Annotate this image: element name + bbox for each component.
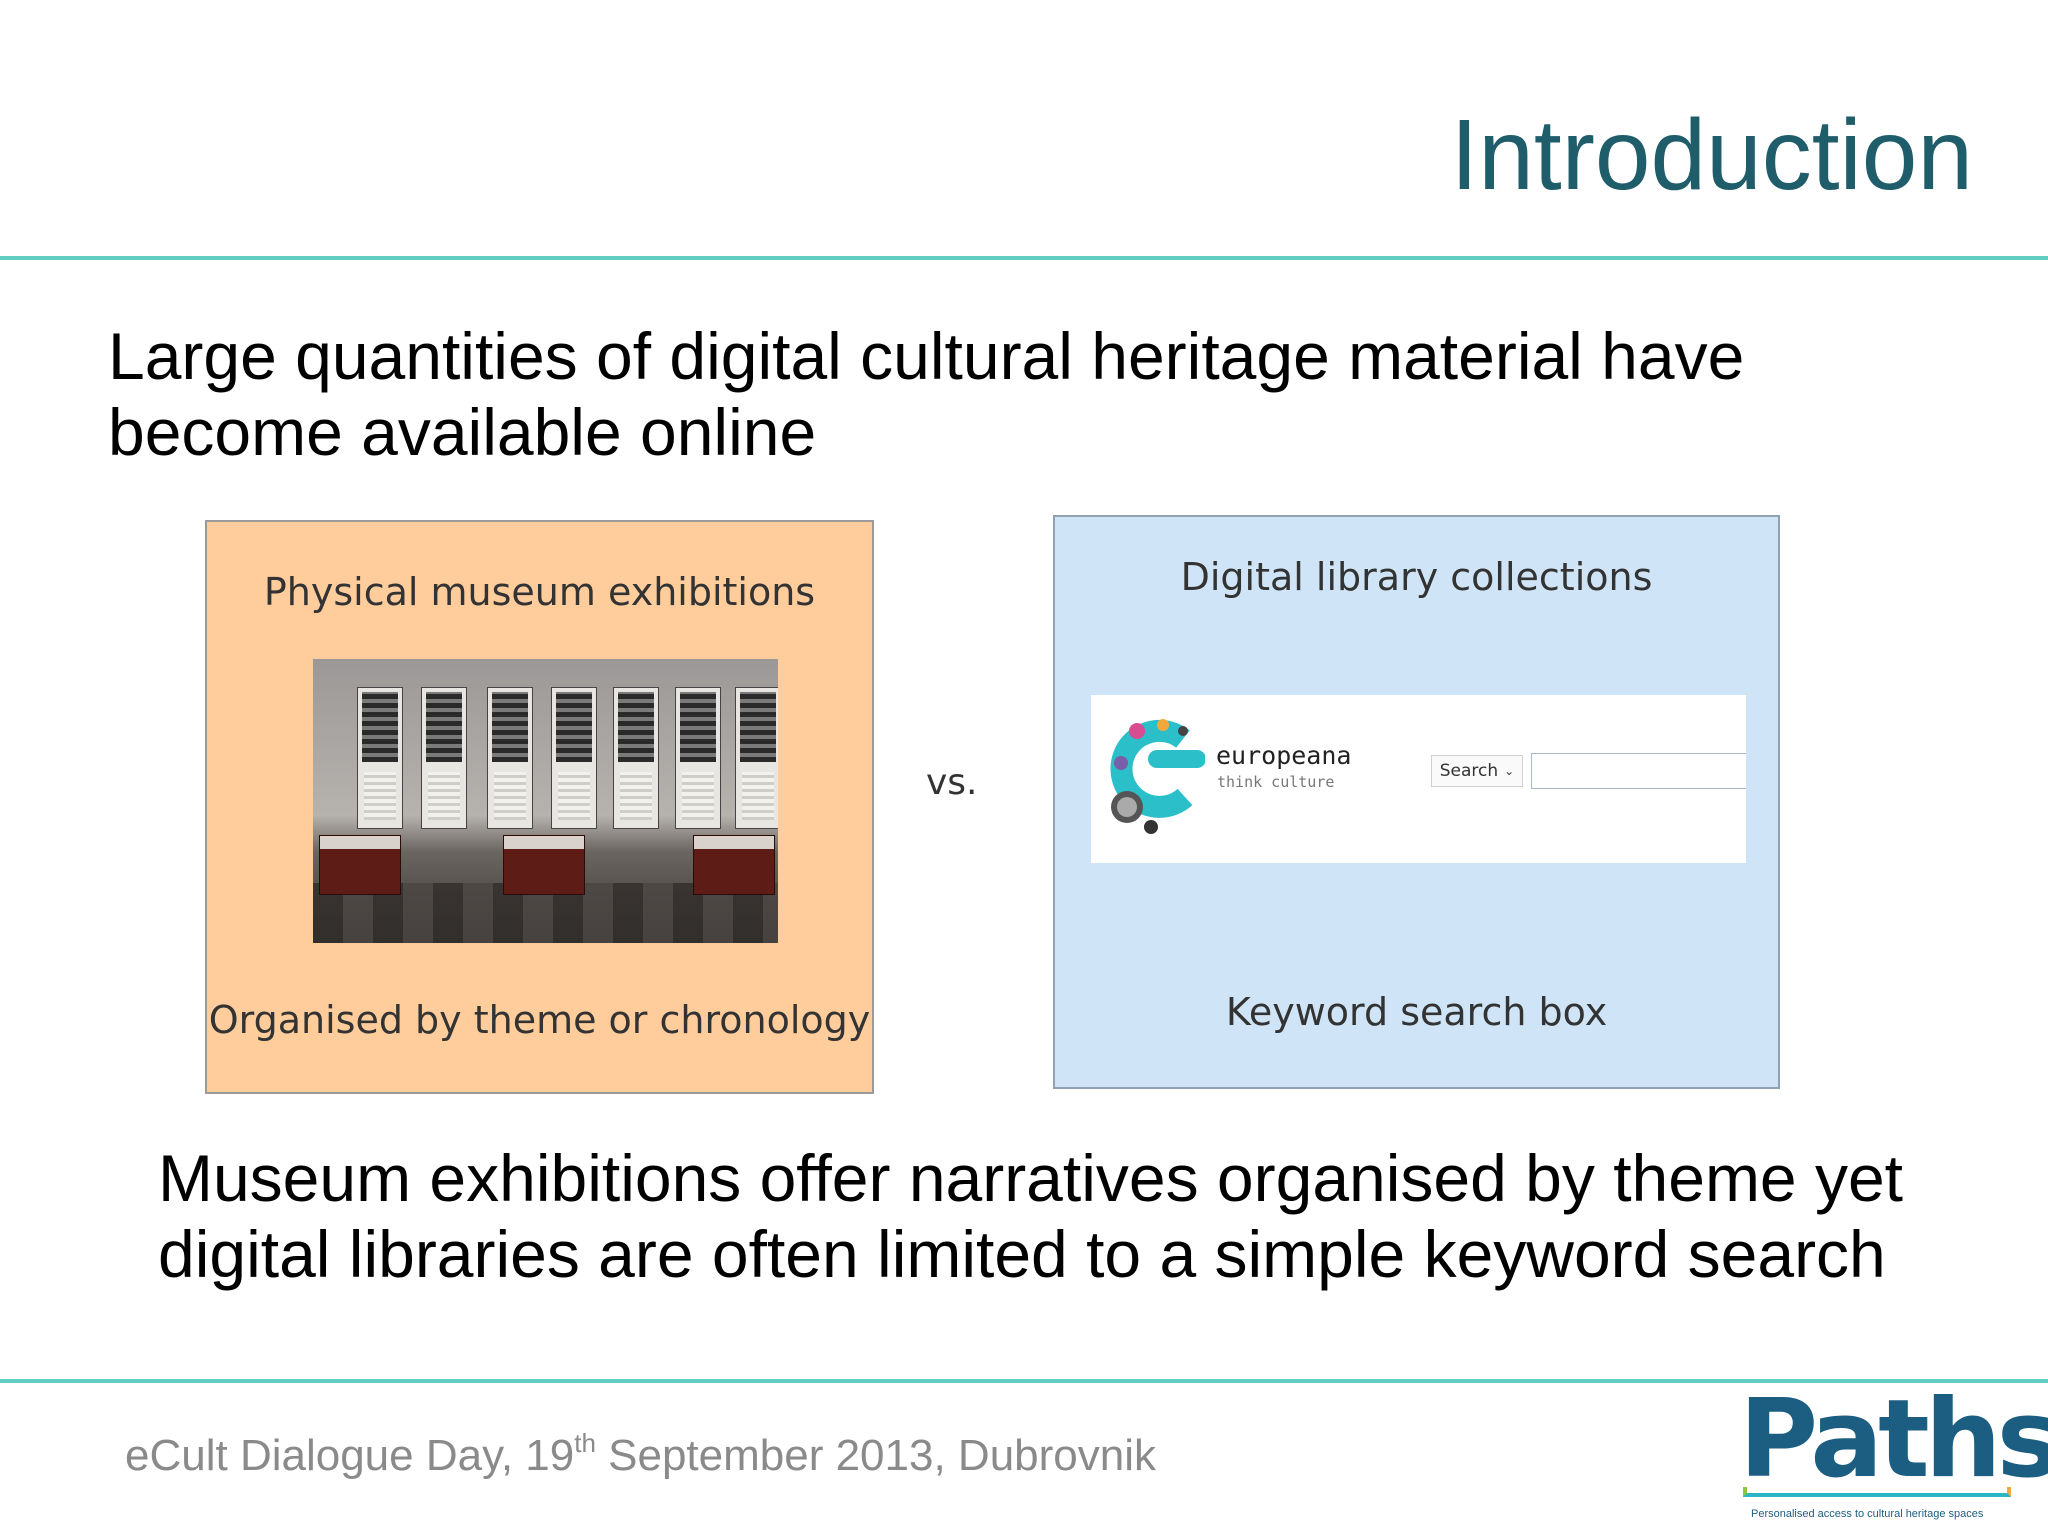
physical-museum-panel: Physical museum exhibitions Organised by… [205,520,874,1094]
summary-text: Museum exhibitions offer narratives orga… [158,1141,1904,1291]
versus-label: vs. [926,762,978,803]
europeana-search-screenshot: europeana think culture Search ⌄ [1091,695,1746,863]
search-type-dropdown[interactable]: Search ⌄ [1431,755,1523,787]
right-panel-caption: Keyword search box [1225,990,1608,1034]
left-panel-caption: Organised by theme or chronology [208,998,871,1042]
paths-logo-bracket-icon [1743,1487,2011,1497]
europeana-logo-icon [1110,719,1205,834]
header-divider [0,256,2048,260]
paths-logo-word: Paths [1739,1377,2048,1502]
slide-title: Introduction [1450,99,1973,211]
europeana-name: europeana [1216,741,1352,770]
museum-exhibition-photo [313,659,778,943]
chevron-down-icon: ⌄ [1504,764,1515,778]
intro-text: Large quantities of digital cultural her… [108,319,1745,469]
footer-event-prefix: eCult Dialogue Day, 19 [125,1431,575,1480]
digital-library-panel: Digital library collections europeana th… [1053,515,1780,1089]
paths-logo-tagline: Personalised access to cultural heritage… [1751,1508,1984,1520]
footer-ordinal-suffix: th [574,1428,596,1458]
left-panel-title: Physical museum exhibitions [263,570,816,614]
paths-logo: Paths Personalised access to cultural he… [1735,1386,2048,1524]
search-input[interactable] [1531,753,1746,789]
footer-event-rest: September 2013, Dubrovnik [595,1431,1157,1480]
footer-event-text: eCult Dialogue Day, 19th September 2013,… [125,1428,1156,1481]
europeana-tagline: think culture [1217,773,1335,791]
search-dropdown-label: Search [1439,761,1499,781]
right-panel-title: Digital library collections [1180,555,1653,599]
